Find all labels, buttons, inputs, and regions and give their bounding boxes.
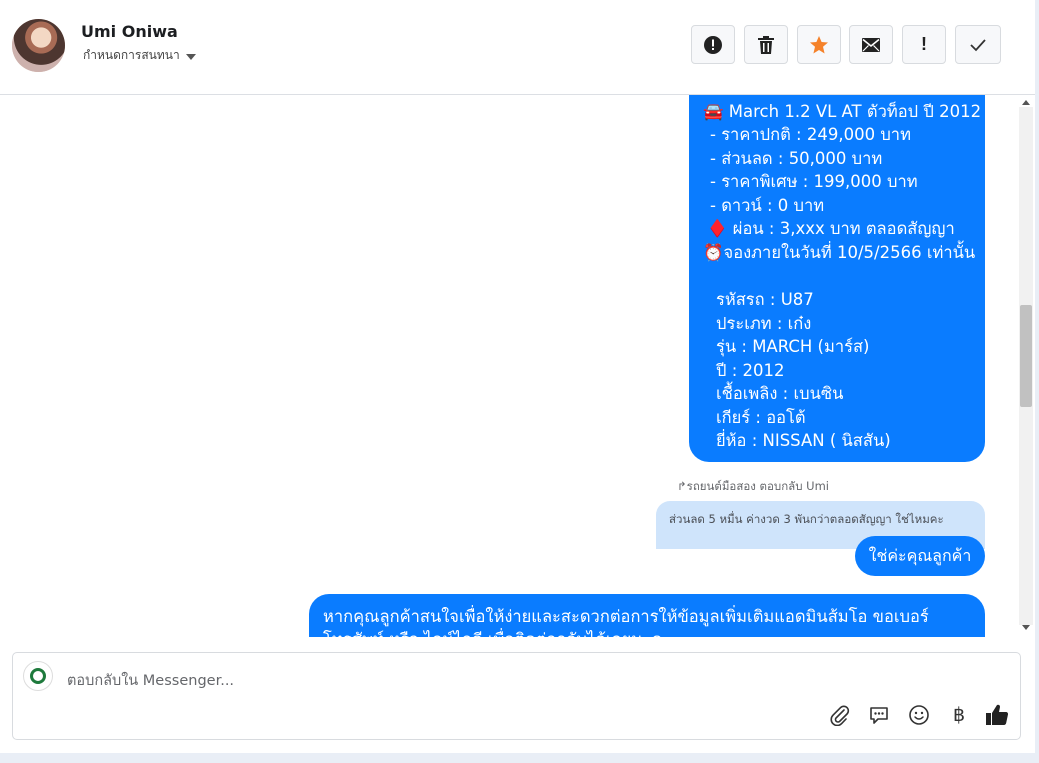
message-composer[interactable]: ตอบกลับใน Messenger... ฿: [12, 652, 1021, 740]
message-line: เกียร์ : ออโต้: [716, 408, 806, 427]
message-line: - ส่วนลด : 50,000 บาท: [710, 149, 883, 168]
saved-replies-button[interactable]: [867, 703, 891, 727]
car-details-message: 🚘 March 1.2 VL AT ตัวท็อป ปี 2012 - ราคา…: [689, 95, 985, 462]
scroll-up-arrow-icon[interactable]: [1022, 100, 1030, 105]
message-line: ⏰จองภายในวันที่ 10/5/2566 เท่านั้น: [703, 243, 976, 262]
message-line: 🚘 March 1.2 VL AT ตัวท็อป ปี 2012: [703, 102, 982, 121]
check-icon: [970, 38, 986, 51]
alert-circle-icon: [704, 35, 722, 54]
assign-label: กำหนดการสนทนา: [83, 48, 180, 62]
message-line: - ดาวน์ : 0 บาท: [710, 196, 825, 215]
message-line: รหัสรถ : U87: [716, 290, 814, 309]
email-button[interactable]: [849, 25, 893, 64]
avatar[interactable]: [12, 19, 65, 72]
delete-button[interactable]: [744, 25, 788, 64]
reply-input[interactable]: ตอบกลับใน Messenger...: [67, 669, 234, 692]
star-button[interactable]: [797, 25, 841, 64]
chat-scrollbar[interactable]: [1019, 95, 1033, 637]
message-line: รุ่น : MARCH (มาร์ส): [716, 337, 870, 356]
message-line: โทรศัพท์ หรือ ไลน์ไอดี เพื่อติดต่อกลับได…: [323, 627, 671, 637]
paperclip-icon: [830, 705, 850, 726]
reply-indicator: ↱รถยนต์มือสอง ตอบกลับ Umi: [677, 478, 829, 496]
emoji-button[interactable]: [907, 703, 931, 727]
message-line: ประเภท : เก๋ง: [716, 314, 812, 333]
payment-button[interactable]: ฿: [947, 703, 971, 727]
message-line: ยี่ห้อ : NISSAN ( นิสสัน): [716, 431, 891, 450]
user-name[interactable]: Umi Oniwa: [81, 22, 178, 41]
attach-button[interactable]: [827, 703, 851, 727]
message-line: - ราคาปกติ : 249,000 บาท: [710, 125, 911, 144]
message-line: ♦️ ผ่อน : 3,xxx บาท ตลอดสัญญา: [707, 219, 955, 238]
message-line: เชื้อเพลิง : เบนซิน: [716, 384, 844, 403]
emoji-icon: [909, 705, 929, 725]
exclamation-icon: !: [921, 34, 927, 54]
reply-message: ใช่ค่ะคุณลูกค้า: [855, 536, 985, 576]
mark-spam-button[interactable]: [691, 25, 735, 64]
assign-conversation-dropdown[interactable]: กำหนดการสนทนา: [83, 46, 196, 65]
message-thread[interactable]: 🚘 March 1.2 VL AT ตัวท็อป ปี 2012 - ราคา…: [0, 95, 1017, 637]
like-button[interactable]: [985, 703, 1009, 727]
chat-bubble-icon: [870, 707, 888, 724]
reply-hint-text: รถยนต์มือสอง ตอบกลับ Umi: [686, 479, 829, 493]
baht-icon: ฿: [952, 704, 966, 726]
message-line: ปี : 2012: [716, 361, 785, 380]
thumbs-up-icon: [986, 704, 1009, 725]
message-line: - ราคาพิเศษ : 199,000 บาท: [710, 172, 918, 191]
star-icon: [810, 35, 828, 53]
scroll-down-arrow-icon[interactable]: [1022, 625, 1030, 630]
conversation-panel: Umi Oniwa กำหนดการสนทนา ! 🚘 March 1.2 VL…: [0, 0, 1035, 753]
envelope-icon: [862, 37, 880, 52]
reply-arrow-icon: ↱: [677, 479, 687, 493]
trash-icon: [758, 35, 774, 54]
conversation-header: Umi Oniwa กำหนดการสนทนา !: [0, 0, 1035, 95]
scrollbar-thumb[interactable]: [1020, 305, 1032, 407]
page-logo: [23, 661, 53, 691]
follow-up-button[interactable]: !: [902, 25, 946, 64]
quoted-text: ส่วนลด 5 หมื่น ค่างวด 3 พันกว่าตลอดสัญญา…: [669, 512, 944, 526]
followup-message: หากคุณลูกค้าสนใจเพื่อให้ง่ายและสะดวกต่อก…: [309, 594, 985, 637]
mark-done-button[interactable]: [955, 25, 1001, 64]
chevron-down-icon: [185, 53, 196, 60]
